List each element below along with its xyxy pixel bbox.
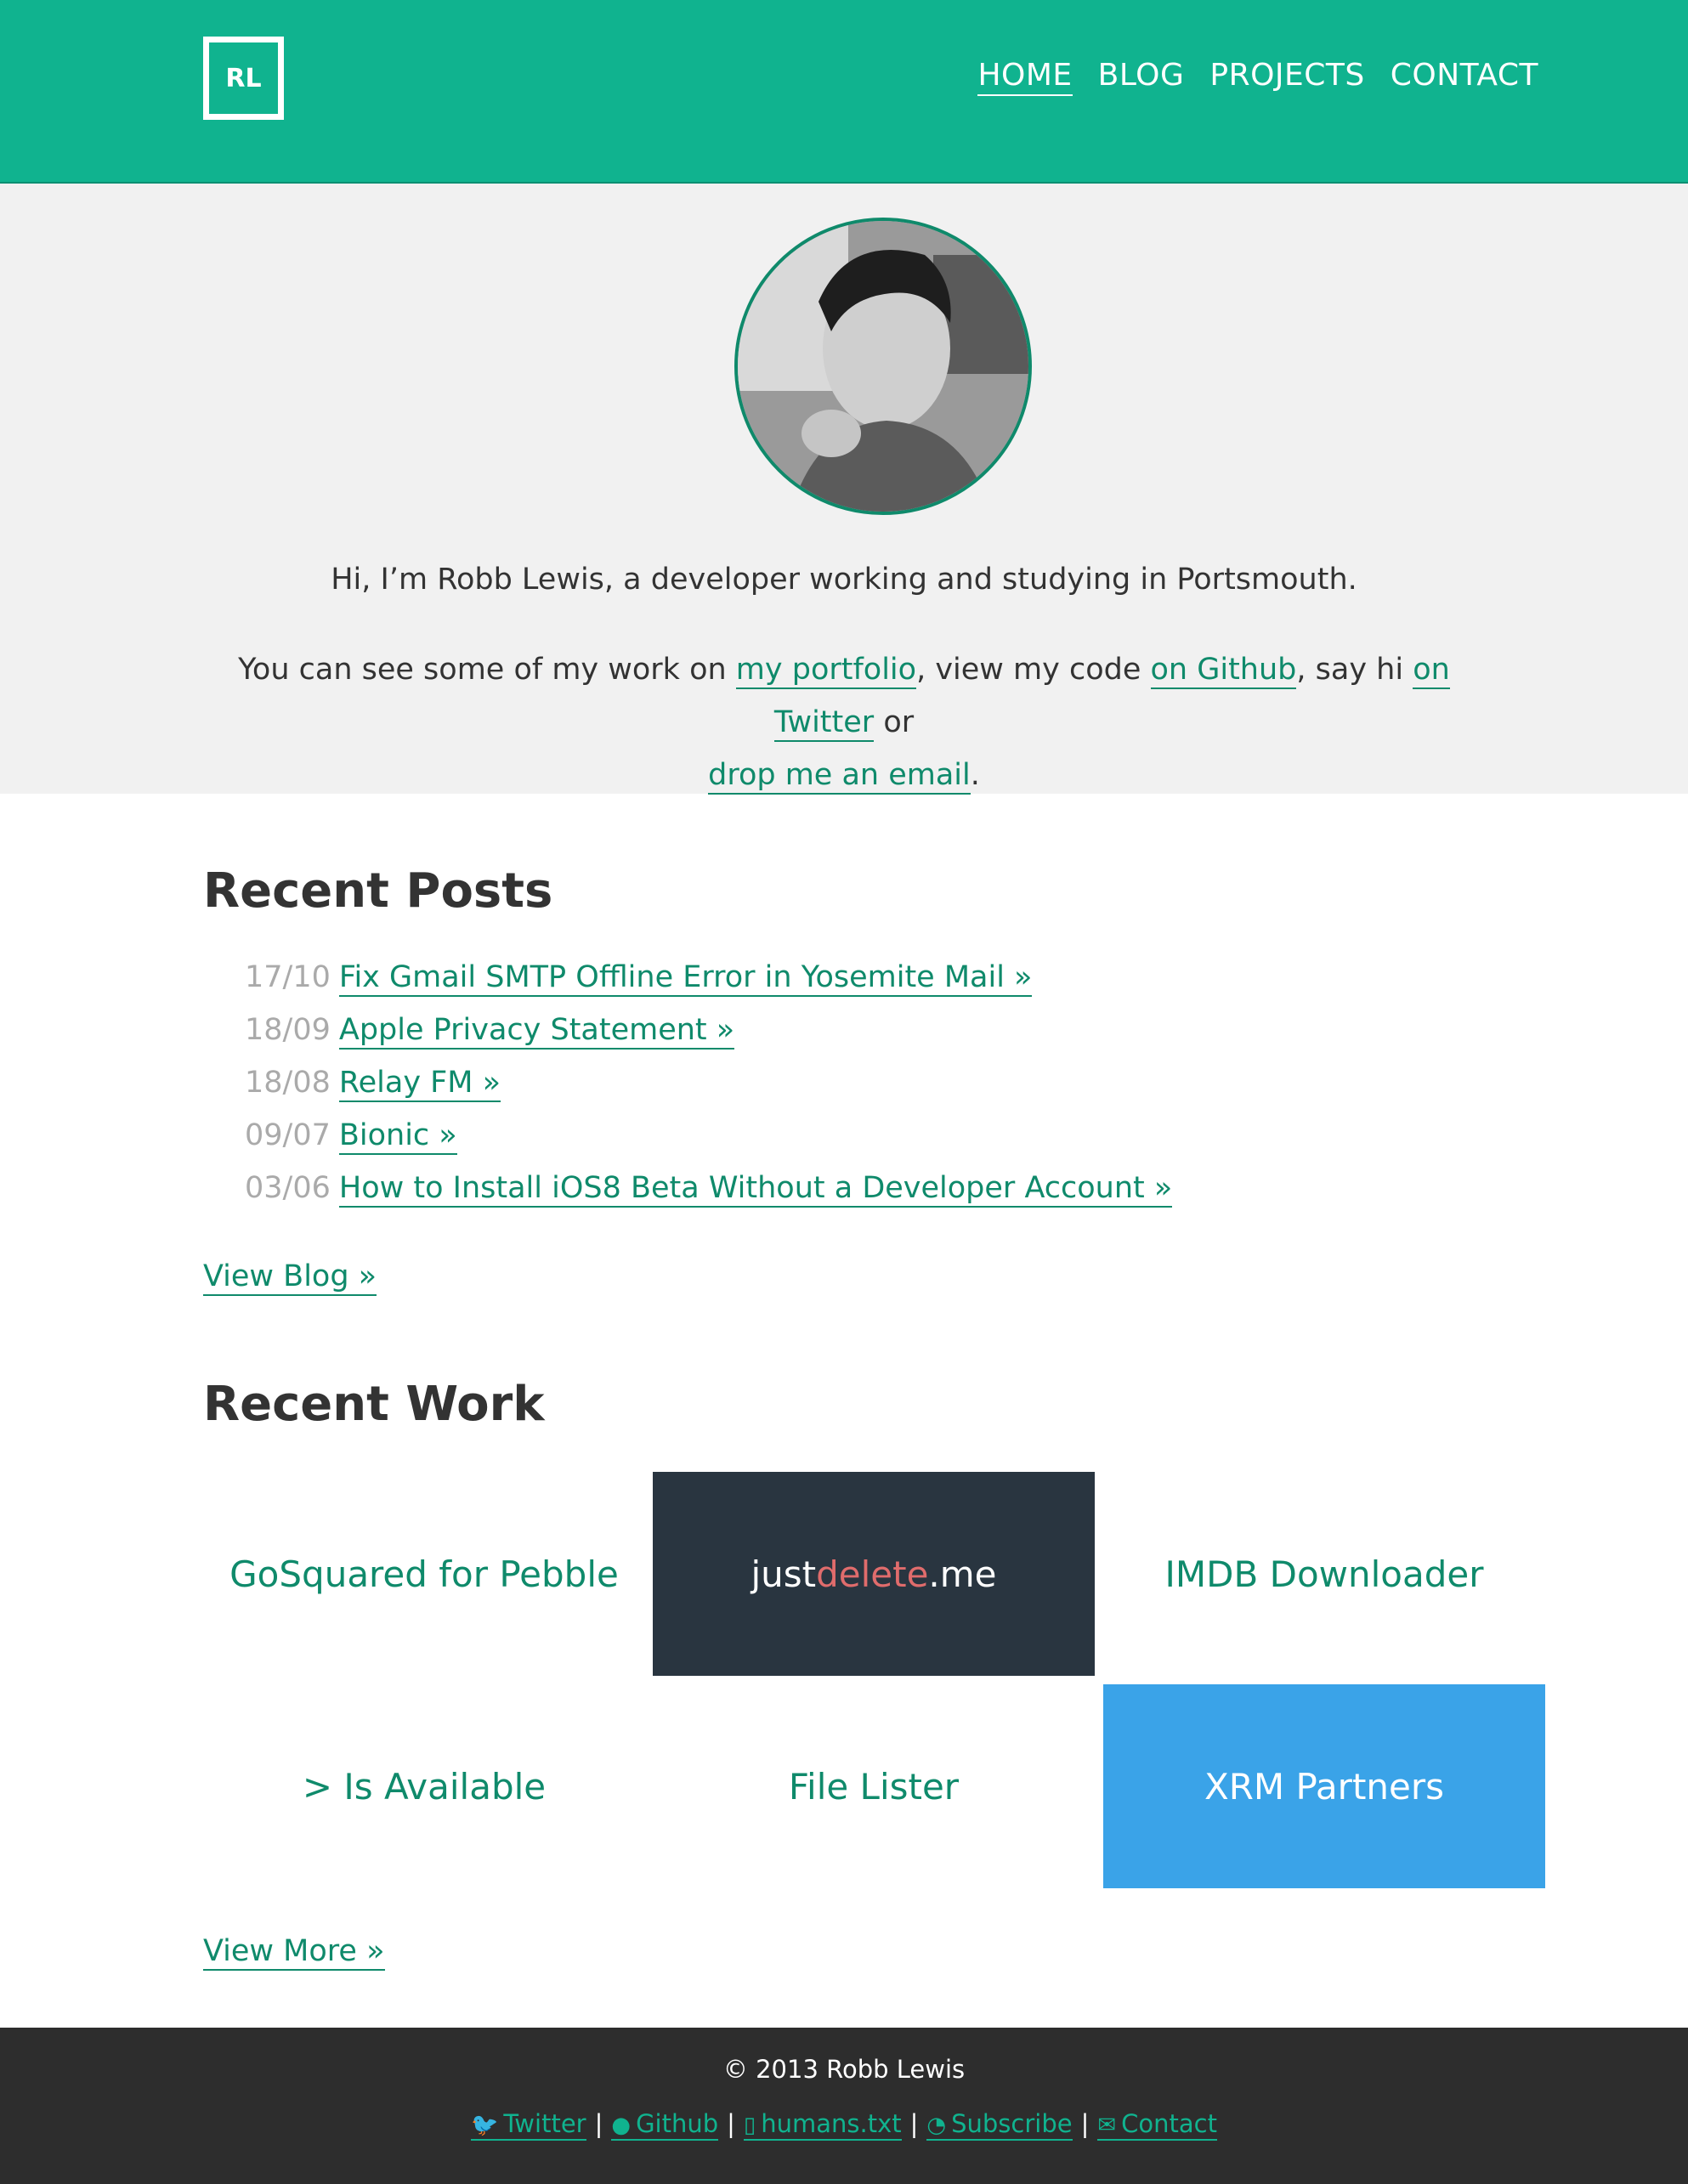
footer-contact-link[interactable]: ✉ Contact [1097, 2109, 1217, 2141]
rss-icon: ◔ [926, 2113, 947, 2138]
tile-label-part: delete [816, 1553, 929, 1595]
list-item: 18/09 Apple Privacy Statement » [245, 1013, 1172, 1066]
post-date: 18/08 [245, 1066, 331, 1100]
list-item: 03/06 How to Install iOS8 Beta Without a … [245, 1171, 1173, 1224]
portfolio-link[interactable]: my portfolio [735, 653, 917, 689]
tile-label-part: .me [928, 1553, 997, 1595]
footer-humans-link[interactable]: ▯ humans.txt [743, 2109, 902, 2141]
envelope-icon: ✉ [1097, 2113, 1117, 2138]
post-link[interactable]: Apple Privacy Statement » [338, 1013, 735, 1050]
footer-twitter-link[interactable]: 🐦 Twitter [471, 2109, 586, 2141]
nav-home[interactable]: HOME [977, 58, 1073, 96]
footer-link-label: humans.txt [761, 2109, 902, 2138]
github-link[interactable]: on Github [1150, 653, 1297, 689]
footer-link-label: Github [636, 2109, 719, 2138]
list-item: 18/08 Relay FM » [245, 1066, 1172, 1118]
work-tile-justdelete[interactable]: justdelete.me [653, 1472, 1095, 1676]
tile-label-part: just [751, 1553, 817, 1595]
post-date: 18/09 [245, 1013, 331, 1047]
links-text-part: . [970, 758, 980, 792]
footer-subscribe-link[interactable]: ◔ Subscribe [926, 2109, 1073, 2141]
recent-posts-title: Recent Posts [203, 863, 553, 919]
links-text-part: , view my code [916, 653, 1151, 687]
work-tile-isavailable[interactable]: > Is Available [203, 1684, 645, 1888]
footer-link-label: Contact [1121, 2109, 1217, 2138]
list-item: 17/10 Fix Gmail SMTP Offline Error in Yos… [245, 960, 1172, 1013]
links-text-part: or [874, 705, 915, 739]
file-icon: ▯ [743, 2113, 756, 2138]
recent-work-title: Recent Work [203, 1377, 545, 1432]
recent-posts-list: 17/10 Fix Gmail SMTP Offline Error in Yos… [245, 960, 1173, 1224]
copyright: © 2013 Robb Lewis [722, 2055, 966, 2084]
footer-links: 🐦 Twitter | ● Github | ▯ humans.txt | ◔ Subscribe |… [0, 2109, 1688, 2141]
work-tile-imdb[interactable]: IMDB Downloader [1103, 1472, 1545, 1676]
main-nav: HOME BLOG PROJECTS CONTACT [977, 58, 1538, 96]
tile-label: File Lister [788, 1765, 960, 1808]
footer-link-label: Twitter [503, 2109, 586, 2138]
site-header: RL HOME BLOG PROJECTS CONTACT [0, 0, 1688, 184]
post-link[interactable]: Relay FM » [338, 1066, 501, 1102]
view-more-link[interactable]: View More » [203, 1934, 385, 1971]
tile-label: justdelete.me [751, 1553, 996, 1595]
links-text: You can see some of my work on my portfo… [212, 643, 1476, 801]
work-tile-gosquared[interactable]: GoSquared for Pebble [203, 1472, 645, 1676]
nav-contact[interactable]: CONTACT [1391, 58, 1538, 96]
site-footer: © 2013 Robb Lewis 🐦 Twitter | ● Github | ▯ huma… [0, 2028, 1688, 2184]
email-link[interactable]: drop me an email [708, 758, 971, 795]
tile-label: IMDB Downloader [1164, 1553, 1484, 1595]
post-link[interactable]: Fix Gmail SMTP Offline Error in Yosemite… [338, 960, 1033, 997]
separator: | [1080, 2109, 1090, 2138]
post-date: 09/07 [245, 1118, 331, 1152]
tile-label: GoSquared for Pebble [229, 1553, 619, 1595]
work-tile-xrm[interactable]: XRM Partners [1103, 1684, 1545, 1888]
separator: | [594, 2109, 603, 2138]
work-tile-filelister[interactable]: File Lister [653, 1684, 1095, 1888]
hero: Hi, I’m Robb Lewis, a developer working … [0, 184, 1688, 795]
footer-github-link[interactable]: ● Github [611, 2109, 719, 2141]
nav-projects[interactable]: PROJECTS [1209, 58, 1364, 96]
links-text-part: , say hi [1296, 653, 1413, 687]
twitter-icon: 🐦 [471, 2113, 499, 2138]
avatar [734, 218, 1032, 515]
view-blog-link[interactable]: View Blog » [203, 1259, 377, 1296]
post-date: 17/10 [245, 960, 331, 994]
site-logo[interactable]: RL [203, 37, 284, 120]
post-date: 03/06 [245, 1171, 331, 1205]
separator: | [727, 2109, 735, 2138]
tile-label: > Is Available [302, 1765, 547, 1808]
separator: | [909, 2109, 919, 2138]
post-link[interactable]: How to Install iOS8 Beta Without a Devel… [338, 1171, 1173, 1208]
avatar-photo [738, 221, 1028, 512]
post-link[interactable]: Bionic » [338, 1118, 457, 1155]
github-icon: ● [611, 2113, 632, 2138]
list-item: 09/07 Bionic » [245, 1118, 1172, 1171]
tile-label: XRM Partners [1204, 1765, 1445, 1808]
intro-text: Hi, I’m Robb Lewis, a developer working … [331, 563, 1357, 597]
links-text-part: You can see some of my work on [238, 653, 736, 687]
footer-link-label: Subscribe [951, 2109, 1073, 2138]
nav-blog[interactable]: BLOG [1098, 58, 1185, 96]
